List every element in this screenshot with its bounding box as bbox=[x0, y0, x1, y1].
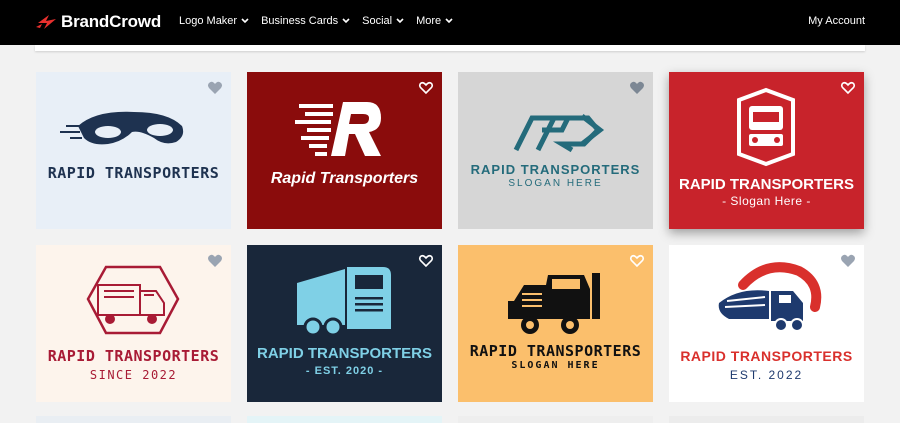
logo-slogan: - Slogan Here - bbox=[722, 194, 811, 208]
logo-slogan: SLOGAN HERE bbox=[511, 360, 600, 371]
logo-title: RAPID TRANSPORTERS bbox=[47, 164, 220, 182]
logo-slogan: SLOGAN HERE bbox=[508, 178, 603, 189]
menu-social[interactable]: Social bbox=[362, 15, 404, 27]
favorite-heart-icon[interactable] bbox=[629, 253, 645, 268]
logo-card[interactable]: RAPID TRANSPORTERS - Slogan Here - bbox=[669, 72, 864, 229]
menu-business-cards-label: Business Cards bbox=[261, 15, 339, 27]
chevron-down-icon bbox=[241, 18, 249, 24]
chevron-down-icon bbox=[396, 18, 404, 24]
menu-social-label: Social bbox=[362, 15, 393, 27]
logo-card[interactable]: RAPID TRANSPORTERS EST. 2022 bbox=[669, 245, 864, 402]
menu-more[interactable]: More bbox=[416, 15, 453, 27]
favorite-heart-icon[interactable] bbox=[840, 80, 856, 95]
logo-title: RAPID TRANSPORTERS bbox=[469, 342, 642, 360]
favorite-heart-icon[interactable] bbox=[207, 253, 223, 268]
favorite-heart-icon[interactable] bbox=[418, 253, 434, 268]
brand-name: BrandCrowd bbox=[61, 12, 162, 31]
logo-card-partial[interactable] bbox=[247, 416, 442, 423]
logo-title: RAPID TRANSPORTERS bbox=[47, 347, 220, 365]
chevron-down-icon bbox=[445, 18, 453, 24]
logo-card-partial[interactable] bbox=[36, 416, 231, 423]
logo-title: RAPID TRANSPORTERS bbox=[678, 176, 854, 193]
logo-card[interactable]: RAPID TRANSPORTERS SLOGAN HERE bbox=[458, 72, 653, 229]
logo-card[interactable]: RAPID TRANSPORTERS bbox=[36, 72, 231, 229]
logo-title: RAPID TRANSPORTERS bbox=[470, 162, 641, 177]
menu-business-cards[interactable]: Business Cards bbox=[261, 15, 350, 27]
menu-logo-maker[interactable]: Logo Maker bbox=[179, 15, 249, 27]
favorite-heart-icon[interactable] bbox=[207, 80, 223, 95]
logo-card[interactable]: Rapid Transporters bbox=[247, 72, 442, 229]
box-truck-icon bbox=[297, 267, 391, 337]
filter-bar-edge bbox=[35, 45, 865, 51]
logo-slogan: - EST. 2020 - bbox=[305, 365, 384, 377]
logo-card[interactable]: RAPID TRANSPORTERS SINCE 2022 bbox=[36, 245, 231, 402]
logo-title: RAPID TRANSPORTERS bbox=[680, 348, 853, 364]
brand-bolt-icon bbox=[36, 15, 56, 29]
brandcrowd-logo[interactable]: BrandCrowd bbox=[36, 12, 161, 32]
logo-slogan: EST. 2022 bbox=[729, 368, 804, 382]
favorite-heart-icon[interactable] bbox=[840, 253, 856, 268]
main-menu: Logo Maker Business Cards Social More bbox=[179, 15, 465, 27]
logo-slogan: SINCE 2022 bbox=[89, 368, 178, 382]
menu-logo-maker-label: Logo Maker bbox=[179, 15, 238, 27]
semi-truck-icon bbox=[508, 273, 600, 334]
favorite-heart-icon[interactable] bbox=[418, 80, 434, 95]
favorite-heart-icon[interactable] bbox=[629, 80, 645, 95]
logo-title: Rapid Transporters bbox=[270, 170, 419, 187]
logo-card[interactable]: RAPID TRANSPORTERS SLOGAN HERE bbox=[458, 245, 653, 402]
logo-card-partial[interactable] bbox=[669, 416, 864, 423]
speed-letter-r-icon bbox=[295, 102, 381, 156]
my-account-link[interactable]: My Account bbox=[808, 15, 865, 27]
logo-card[interactable]: RAPID TRANSPORTERS - EST. 2020 - bbox=[247, 245, 442, 402]
sports-car-icon bbox=[60, 111, 184, 145]
top-navbar: BrandCrowd Logo Maker Business Cards Soc… bbox=[0, 0, 900, 45]
logo-title: RAPID TRANSPORTERS bbox=[256, 345, 432, 362]
logo-card-partial[interactable] bbox=[458, 416, 653, 423]
menu-more-label: More bbox=[416, 15, 442, 27]
double-r-arrow-icon bbox=[513, 114, 605, 153]
chevron-down-icon bbox=[342, 18, 350, 24]
